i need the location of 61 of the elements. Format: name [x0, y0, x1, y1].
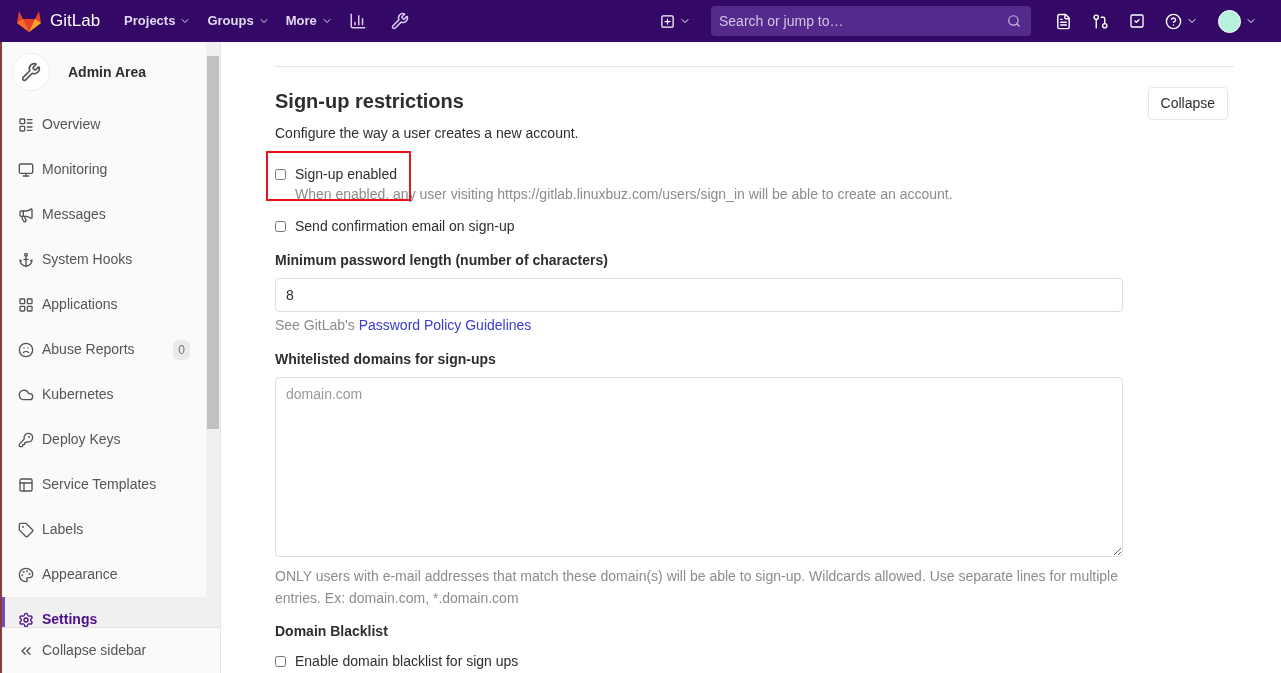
key-icon	[18, 431, 34, 448]
count-badge: 0	[173, 339, 190, 360]
sidebar-item[interactable]: Monitoring	[2, 147, 206, 192]
plus-square-icon	[660, 13, 675, 29]
settings-icon	[18, 611, 34, 627]
section-description: Configure the way a user creates a new account.	[275, 124, 579, 143]
checkbox[interactable]	[275, 169, 286, 180]
avatar	[1218, 9, 1241, 33]
sidebar-item[interactable]: Overview	[2, 102, 206, 147]
sidebar-item[interactable]: Abuse Reports 0	[2, 327, 206, 372]
subsection-heading: Domain Blacklist	[275, 622, 389, 641]
fox-logo-icon	[16, 9, 42, 33]
merge-request-icon[interactable]	[1092, 12, 1109, 30]
palette-icon	[18, 566, 34, 583]
sidebar-item[interactable]: Service Templates	[2, 462, 206, 507]
user-menu-button[interactable]	[1218, 9, 1257, 33]
sidebar-item[interactable]: Labels	[2, 507, 206, 552]
brand-name[interactable]: GitLab	[50, 8, 101, 34]
help-icon	[1165, 12, 1182, 30]
checkbox-label: Enable domain blacklist for sign ups	[295, 652, 519, 671]
monitor-icon	[18, 161, 34, 178]
sidebar-item[interactable]: Deploy Keys	[2, 417, 206, 462]
wrench-avatar-icon	[12, 53, 50, 91]
help-button[interactable]	[1165, 12, 1198, 30]
search-icon	[1007, 14, 1021, 28]
new-item-button[interactable]	[660, 13, 691, 29]
sidebar-item[interactable]: System Hooks	[2, 237, 206, 282]
checkbox[interactable]	[275, 656, 286, 667]
sidebar-item[interactable]: Appearance	[2, 552, 206, 597]
checkbox-label: Send confirmation email on sign-up	[295, 217, 515, 236]
help-text: ONLY users with e-mail addresses that match these domain(s) will be able to sign-up. Wildcards allowed. Use separate lines for multiple entries. Ex: domain.com, *.domain.com	[275, 567, 1119, 608]
sidebar-item[interactable]: Applications	[2, 282, 206, 327]
sidebar-item[interactable]: Kubernetes	[2, 372, 206, 417]
sidebar-item[interactable]: Messages	[2, 192, 206, 237]
megaphone-icon	[18, 206, 34, 223]
field-label: Minimum password length (number of characters)	[275, 251, 609, 270]
policy-link[interactable]: Password Policy Guidelines	[358, 317, 532, 333]
layout-icon	[18, 476, 34, 493]
checkbox[interactable]	[275, 221, 286, 232]
field-label: Whitelisted domains for sign-ups	[275, 350, 497, 369]
anchor-icon	[18, 251, 34, 268]
wrench-icon[interactable]	[390, 12, 409, 30]
frown-face-icon	[18, 341, 34, 358]
grid-icon	[18, 296, 34, 313]
nav-menu[interactable]: Groups	[207, 11, 270, 31]
nav-menu[interactable]: More	[285, 11, 333, 31]
checkbox-label: Sign-up enabled	[295, 165, 397, 184]
tag-icon	[18, 521, 34, 538]
collapse-button[interactable]: Collapse	[1147, 87, 1228, 120]
section-title: Sign-up restrictions	[275, 89, 465, 114]
nav-menu[interactable]: Projects	[124, 11, 192, 31]
list-icon	[18, 116, 34, 133]
checkbox-icon[interactable]	[1129, 13, 1145, 29]
sidebar-title: Admin Area	[68, 62, 147, 82]
search-field[interactable]: Search or jump to…	[711, 6, 1031, 36]
help-text: See GitLab's Password Policy Guidelines	[275, 316, 533, 335]
input-field[interactable]: 8	[275, 278, 1123, 312]
chart-icon[interactable]	[348, 12, 367, 30]
document-icon[interactable]	[1055, 12, 1072, 30]
text-area[interactable]: domain.com	[275, 377, 1123, 557]
sidebar-item[interactable]: Settings	[2, 597, 206, 627]
